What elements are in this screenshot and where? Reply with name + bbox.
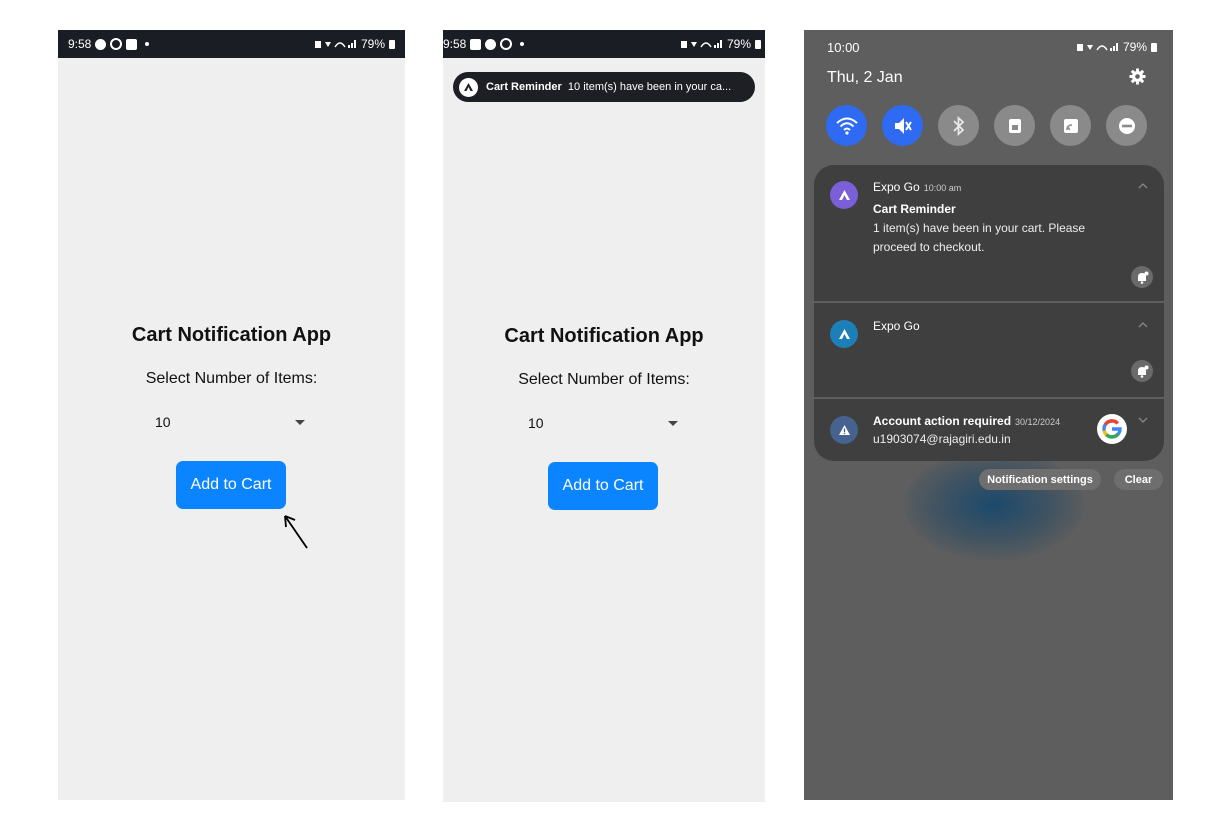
expo-icon xyxy=(459,77,478,97)
date-label: Thu, 2 Jan xyxy=(827,69,903,86)
item-count-picker[interactable]: 10 xyxy=(155,414,305,430)
status-bar: 9:58 79% xyxy=(443,30,765,58)
select-label: Select Number of Items: xyxy=(145,370,318,387)
expo-icon xyxy=(830,181,858,209)
wifi-icon xyxy=(835,117,858,135)
status-bar: 9:58 79% xyxy=(58,30,405,58)
bell-snooze-icon[interactable] xyxy=(1131,360,1153,382)
quick-toggle-bluetooth[interactable] xyxy=(938,105,979,146)
do-not-disturb-icon xyxy=(1118,117,1135,134)
gear-icon[interactable] xyxy=(1129,68,1146,85)
notification-title: Cart Reminder xyxy=(873,202,956,216)
battery-icon xyxy=(755,39,761,49)
more-dot-icon xyxy=(145,42,150,46)
quick-toggle-dnd[interactable] xyxy=(1106,105,1147,146)
chevron-down-icon[interactable] xyxy=(1138,417,1148,423)
notification-title: Account action required xyxy=(873,414,1012,428)
item-count-picker[interactable]: 10 xyxy=(528,415,678,431)
notification-body: u1903074@rajagiri.edu.in xyxy=(873,432,1011,446)
status-time: 9:58 xyxy=(443,37,467,51)
sound-off-icon xyxy=(894,117,912,134)
add-to-cart-button[interactable]: Add to Cart xyxy=(548,462,658,510)
bluetooth-icon xyxy=(952,115,964,136)
notification-cart-reminder[interactable]: Expo Go 10:00 am Cart Reminder 1 item(s) … xyxy=(814,165,1164,301)
chevron-down-icon xyxy=(295,419,305,425)
notification-app: Expo Go xyxy=(873,319,920,333)
add-to-cart-button[interactable]: Add to Cart xyxy=(176,461,286,509)
notification-time: 10:00 am xyxy=(923,183,962,193)
select-label: Select Number of Items: xyxy=(518,371,690,388)
warning-icon xyxy=(830,416,858,444)
expo-icon xyxy=(830,320,858,348)
status-time: 10:00 xyxy=(827,40,860,55)
background-blur xyxy=(904,450,1084,560)
phone-screen-3: 10:00 79% Thu, 2 Jan Expo Go 10:00 am Ca… xyxy=(804,30,1173,800)
bell-snooze-icon[interactable] xyxy=(1131,266,1153,288)
whatsapp-icon xyxy=(110,38,123,50)
pointer-arrow-icon xyxy=(284,515,308,549)
battery-icon xyxy=(1151,42,1157,52)
whatsapp-icon xyxy=(500,38,513,50)
notification-expo-go[interactable]: Expo Go xyxy=(814,303,1164,397)
notification-settings-button[interactable]: Notification settings xyxy=(979,469,1101,490)
heads-up-text: 10 item(s) have been in your ca... xyxy=(567,81,732,93)
status-time: 9:58 xyxy=(68,37,92,51)
lock-icon xyxy=(1008,118,1021,133)
phone-screen-2: 9:58 79% Cart Reminder 10 item(s) have b… xyxy=(443,30,765,802)
google-logo-icon xyxy=(1097,414,1127,444)
status-icons: 79% xyxy=(1076,40,1157,54)
expo-icon xyxy=(485,38,497,50)
quick-toggle-wifi[interactable] xyxy=(826,105,867,146)
heads-up-title: Cart Reminder xyxy=(486,81,562,93)
chevron-down-icon xyxy=(668,420,678,426)
quick-toggle-sound[interactable] xyxy=(882,105,923,146)
picker-value: 10 xyxy=(528,415,544,431)
notification-time: 30/12/2024 xyxy=(1015,417,1061,427)
cast-icon xyxy=(1063,118,1078,133)
quick-settings xyxy=(826,105,1147,146)
heads-up-notification[interactable]: Cart Reminder 10 item(s) have been in yo… xyxy=(453,72,755,102)
chevron-up-icon[interactable] xyxy=(1138,183,1148,189)
battery-icon xyxy=(389,39,395,49)
signal-icons xyxy=(1076,42,1119,52)
picker-value: 10 xyxy=(155,414,171,430)
app-title: Cart Notification App xyxy=(504,325,704,347)
phone-screen-1: 9:58 79% Cart Notification App Select Nu… xyxy=(58,30,405,800)
quick-toggle-cast[interactable] xyxy=(1050,105,1091,146)
battery-percent: 79% xyxy=(360,37,385,51)
notification-app: Expo Go xyxy=(873,180,920,194)
battery-percent: 79% xyxy=(726,37,751,51)
signal-icons xyxy=(314,39,357,49)
chevron-up-icon[interactable] xyxy=(1138,322,1148,328)
notification-body: 1 item(s) have been in your cart. Please… xyxy=(873,221,1086,254)
quick-toggle-lock[interactable] xyxy=(994,105,1035,146)
gallery-icon xyxy=(126,38,138,50)
signal-icons xyxy=(680,39,723,49)
expo-icon xyxy=(95,38,107,50)
clear-button[interactable]: Clear xyxy=(1114,469,1163,490)
battery-percent: 79% xyxy=(1122,40,1147,54)
notification-account-action[interactable]: Account action required 30/12/2024 u19030… xyxy=(814,399,1164,461)
gallery-icon xyxy=(470,38,482,50)
more-dot-icon xyxy=(520,42,525,46)
app-title: Cart Notification App xyxy=(131,324,332,346)
